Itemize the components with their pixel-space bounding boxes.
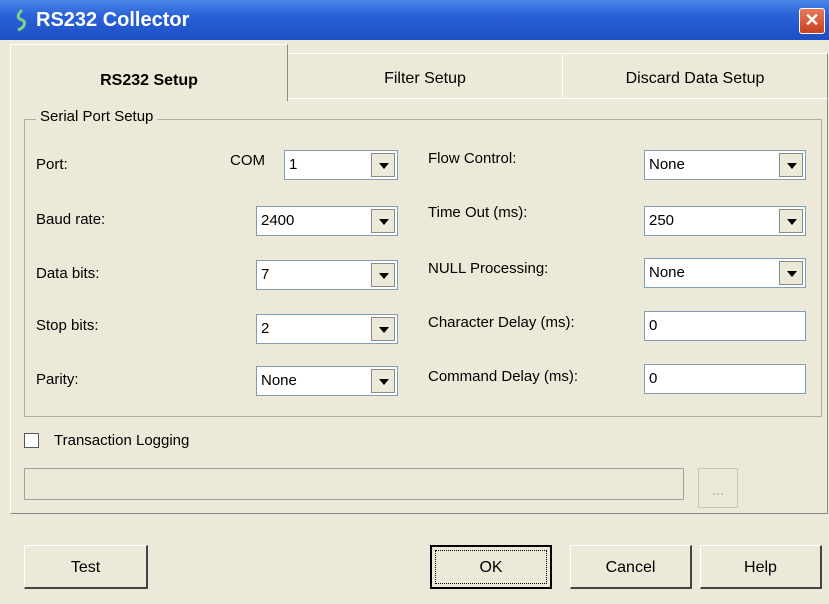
test-button[interactable]: Test xyxy=(24,545,148,589)
ok-button-label: OK xyxy=(435,550,547,584)
tab-filter-setup[interactable]: Filter Setup xyxy=(286,53,564,98)
tab-panel xyxy=(10,98,828,514)
title-bar: RS232 Collector ✕ xyxy=(0,0,829,40)
ok-button[interactable]: OK xyxy=(430,545,552,589)
tab-rs232-setup[interactable]: RS232 Setup xyxy=(10,44,288,101)
collector-app-icon xyxy=(16,8,27,32)
help-button[interactable]: Help xyxy=(700,545,822,589)
cancel-button[interactable]: Cancel xyxy=(570,545,692,589)
window-title: RS232 Collector xyxy=(36,9,190,31)
tab-discard-data-setup[interactable]: Discard Data Setup xyxy=(562,53,828,98)
close-button[interactable]: ✕ xyxy=(799,8,825,34)
